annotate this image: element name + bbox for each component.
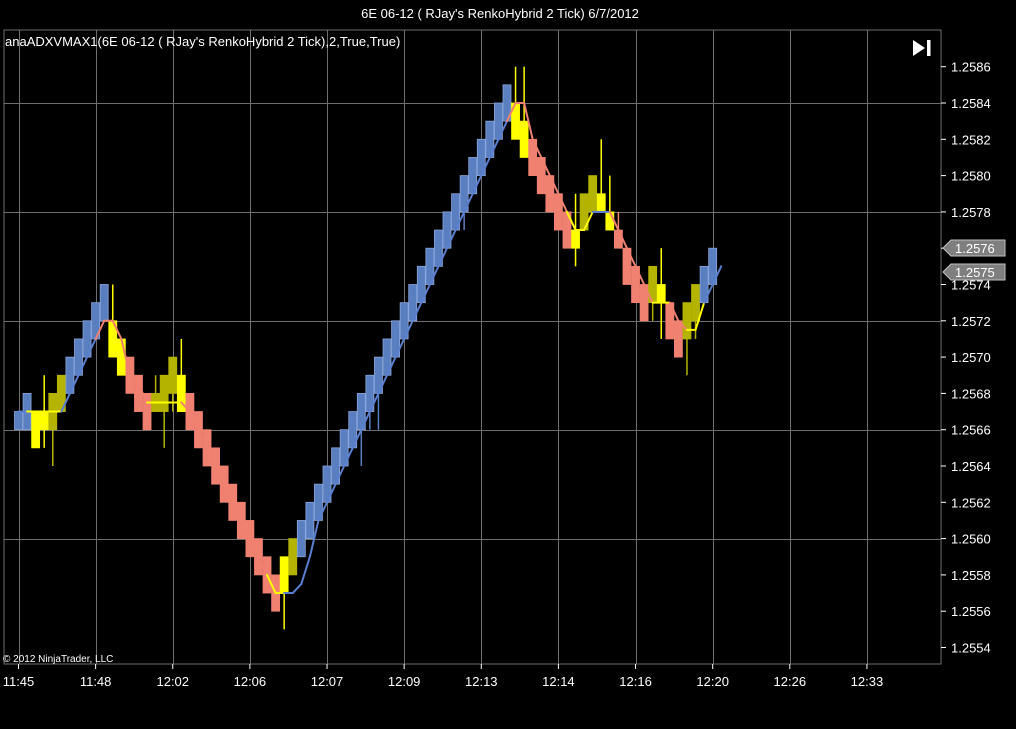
y-tick-label: 1.2562	[951, 495, 991, 510]
bar-body	[279, 556, 289, 594]
bar-body	[39, 411, 49, 431]
bar-body	[116, 338, 126, 376]
renko-bar	[14, 411, 23, 431]
renko-bar	[288, 538, 298, 576]
bar-body	[99, 284, 109, 322]
bar-body	[296, 520, 306, 558]
price-tag: 1.2575	[942, 263, 1006, 281]
bar-body	[519, 120, 529, 158]
bar-body	[168, 356, 178, 394]
bar-body	[682, 302, 692, 340]
renko-bar	[296, 520, 306, 558]
x-tick-label: 12:14	[542, 674, 575, 689]
y-tick-label: 1.2558	[951, 568, 991, 583]
y-tick-label: 1.2586	[951, 60, 991, 75]
bar-body	[691, 284, 700, 322]
copyright-text: © 2012 NinjaTrader, LLC	[3, 654, 113, 665]
x-tick-label: 11:45	[3, 674, 35, 689]
renko-bar	[305, 501, 315, 539]
renko-bar	[116, 338, 126, 376]
bar-body	[14, 411, 23, 431]
y-tick-label: 1.2572	[951, 314, 991, 329]
x-tick-label: 12:07	[311, 674, 344, 689]
y-tick-label: 1.2578	[951, 205, 991, 220]
y-tick-label: 1.2582	[951, 132, 991, 147]
bar-body	[571, 229, 580, 249]
renko-bar	[31, 411, 41, 449]
price-chart[interactable]: 6E 06-12 ( RJay's RenkoHybrid 2 Tick) 6/…	[0, 0, 1016, 729]
bar-body	[596, 193, 606, 213]
y-tick-label: 1.2580	[951, 169, 991, 184]
y-tick-label: 1.2560	[951, 532, 991, 547]
bar-body	[614, 229, 623, 249]
y-tick-label: 1.2566	[951, 423, 991, 438]
x-tick-label: 12:20	[696, 674, 729, 689]
x-tick-label: 12:26	[774, 674, 807, 689]
y-tick-label: 1.2584	[951, 96, 991, 111]
x-tick-label: 12:16	[619, 674, 652, 689]
y-tick-label: 1.2556	[951, 604, 991, 619]
y-tick-label: 1.2568	[951, 386, 991, 401]
skip-to-end-icon[interactable]	[911, 38, 935, 58]
y-tick-label: 1.2554	[951, 641, 991, 656]
bar-body	[288, 538, 298, 576]
price-tag: 1.2576	[942, 239, 1006, 257]
x-tick-label: 12:06	[234, 674, 267, 689]
x-tick-label: 12:33	[851, 674, 884, 689]
renko-bar	[673, 320, 683, 358]
x-tick-label: 11:48	[80, 674, 112, 689]
price-tag-label: 1.2575	[955, 265, 995, 280]
bar-body	[159, 374, 169, 412]
y-tick-label: 1.2570	[951, 350, 991, 365]
indicator-label: anaADXVMAX1(6E 06-12 ( RJay's RenkoHybri…	[5, 34, 400, 49]
renko-bar	[588, 175, 598, 213]
price-tag-label: 1.2576	[955, 241, 995, 256]
chart-title: 6E 06-12 ( RJay's RenkoHybrid 2 Tick) 6/…	[361, 6, 639, 21]
x-tick-label: 12:09	[388, 674, 421, 689]
x-tick-label: 12:02	[156, 674, 189, 689]
bar-body	[305, 501, 315, 539]
y-tick-label: 1.2564	[951, 459, 991, 474]
renko-bar	[99, 284, 109, 322]
bar-body	[588, 175, 598, 213]
bar-body	[673, 320, 683, 358]
x-tick-label: 12:13	[465, 674, 498, 689]
bar-body	[31, 411, 41, 449]
bar-body	[656, 284, 666, 304]
bar-body	[605, 211, 615, 231]
